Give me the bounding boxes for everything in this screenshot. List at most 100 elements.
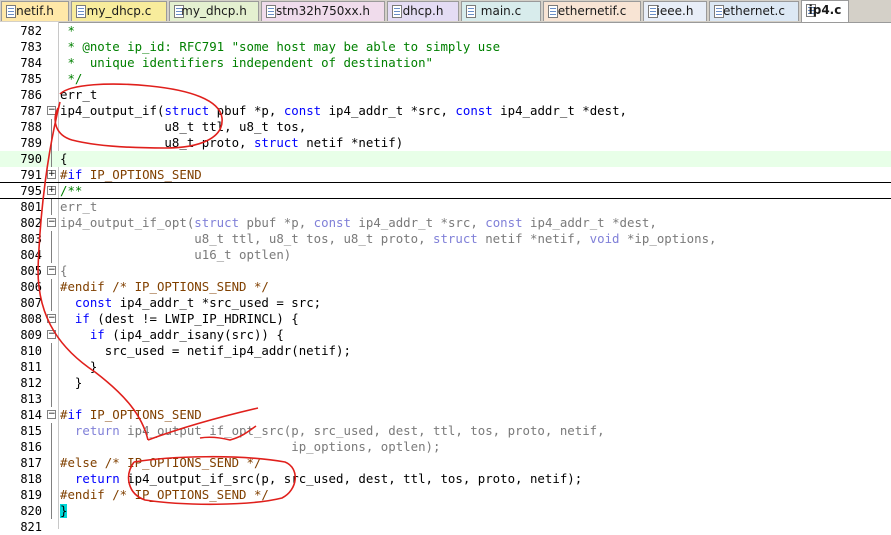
tab-netif-h[interactable]: netif.h <box>1 1 69 21</box>
fold-guide <box>51 295 52 311</box>
code-text: src_used = netif_ip4_addr(netif); <box>60 343 351 358</box>
code-line[interactable]: 782 * <box>0 23 891 39</box>
code-line[interactable]: 812 } <box>0 375 891 391</box>
code-text: } <box>60 375 83 390</box>
line-number: 795 <box>20 184 42 198</box>
fold-collapse-icon[interactable]: − <box>47 266 56 275</box>
code-line[interactable]: 791 + #if IP_OPTIONS_SEND <box>0 167 891 183</box>
code-editor[interactable]: 782 * 783 * @note ip_id: RFC791 "some hos… <box>0 23 891 535</box>
line-number: 791 <box>20 168 42 182</box>
line-number: 816 <box>20 440 42 454</box>
fold-guide <box>51 199 52 215</box>
code-line[interactable]: 818 return ip4_output_if_src(p, src_used… <box>0 471 891 487</box>
tab-ethernetif-c[interactable]: ethernetif.c <box>543 1 641 21</box>
tab-dhcp-h[interactable]: dhcp.h <box>387 1 459 21</box>
code-line[interactable]: 810 src_used = netif_ip4_addr(netif); <box>0 343 891 359</box>
code-line[interactable]: 784 * unique identifiers independent of … <box>0 55 891 71</box>
tab-stm32h750xx-h[interactable]: stm32h750xx.h <box>261 1 385 21</box>
line-number: 809 <box>20 328 42 342</box>
code-line[interactable]: 820} <box>0 503 891 519</box>
code-text: /** <box>60 183 83 198</box>
tab-label: netif.h <box>16 4 54 18</box>
line-number: 782 <box>20 24 42 38</box>
tab-ip4-c[interactable]: ip4.c <box>801 0 849 22</box>
code-text: u8_t proto, struct netif *netif) <box>60 135 404 150</box>
code-line[interactable]: 806 #endif /* IP_OPTIONS_SEND */ <box>0 279 891 295</box>
tab-my-dhcp-c[interactable]: my_dhcp.c <box>71 1 167 21</box>
fold-guide <box>51 119 52 135</box>
code-line[interactable]: 786 err_t <box>0 87 891 103</box>
code-text: return ip4_output_if_src(p, src_used, de… <box>74 471 583 486</box>
fold-guide <box>51 279 52 295</box>
code-line[interactable]: 814− #if IP_OPTIONS_SEND <box>0 407 891 423</box>
fold-guide <box>51 247 52 263</box>
tab-ieee-h[interactable]: ieee.h <box>643 1 707 21</box>
line-number: 787 <box>20 104 42 118</box>
line-number: 790 <box>20 152 42 166</box>
fold-guide <box>51 391 52 407</box>
code-text: #if IP_OPTIONS_SEND <box>60 407 202 422</box>
line-number: 818 <box>20 472 42 486</box>
fold-guide <box>51 487 52 503</box>
fold-expand-icon[interactable]: + <box>47 186 56 195</box>
line-number: 819 <box>20 488 42 502</box>
code-text: ip4_output_if_opt(struct pbuf *p, const … <box>60 215 657 230</box>
tab-my-dhcp-h[interactable]: my_dhcp.h <box>169 1 259 21</box>
code-line[interactable]: 804 u16_t optlen) <box>0 247 891 263</box>
code-text: ip_options, optlen); <box>60 439 441 454</box>
code-line[interactable]: 801 err_t <box>0 199 891 215</box>
code-line[interactable]: 789 u8_t proto, struct netif *netif) <box>0 135 891 151</box>
fold-collapse-icon[interactable]: − <box>47 410 56 419</box>
code-line[interactable]: 819 #endif /* IP_OPTIONS_SEND */ <box>0 487 891 503</box>
tab-label: my_dhcp.h <box>181 4 247 18</box>
tab-ethernet-c[interactable]: ethernet.c <box>709 1 799 21</box>
fold-guide <box>51 135 52 151</box>
code-text: { <box>60 151 68 166</box>
line-number: 786 <box>20 88 42 102</box>
line-number: 810 <box>20 344 42 358</box>
tab-main-c[interactable]: main.c <box>461 1 541 21</box>
fold-collapse-icon[interactable]: − <box>47 330 56 339</box>
code-line[interactable]: 787− ip4_output_if(struct pbuf *p, const … <box>0 103 891 119</box>
line-number: 812 <box>20 376 42 390</box>
line-number: 817 <box>20 456 42 470</box>
fold-expand-icon[interactable]: + <box>47 170 56 179</box>
code-line[interactable]: 795 + /** <box>0 183 891 199</box>
code-line[interactable]: 807 const ip4_addr_t *src_used = src; <box>0 295 891 311</box>
line-number: 801 <box>20 200 42 214</box>
code-line[interactable]: 785 */ <box>0 71 891 87</box>
code-line[interactable]: 802− ip4_output_if_opt(struct pbuf *p, co… <box>0 215 891 231</box>
tab-label: ethernet.c <box>723 4 785 18</box>
code-line[interactable]: 805−{ <box>0 263 891 279</box>
code-line[interactable]: 815 return ip4_output_if_opt_src(p, src_… <box>0 423 891 439</box>
fold-guide <box>51 343 52 359</box>
tab-label: ieee.h <box>656 4 694 18</box>
code-line[interactable]: 803 u8_t ttl, u8_t tos, u8_t proto, stru… <box>0 231 891 247</box>
code-line[interactable]: 808− if (dest != LWIP_IP_HDRINCL) { <box>0 311 891 327</box>
code-text: #else /* IP_OPTIONS_SEND */ <box>60 455 262 470</box>
code-line[interactable]: 783 * @note ip_id: RFC791 "some host may… <box>0 39 891 55</box>
code-text: { <box>60 263 68 278</box>
line-number: 806 <box>20 280 42 294</box>
code-text: const ip4_addr_t *src_used = src; <box>74 295 322 310</box>
fold-collapse-icon[interactable]: − <box>47 314 56 323</box>
fold-guide <box>51 151 52 167</box>
code-text: if (dest != LWIP_IP_HDRINCL) { <box>74 311 299 326</box>
code-line[interactable]: 816 ip_options, optlen); <box>0 439 891 455</box>
fold-guide <box>51 455 52 471</box>
code-line[interactable]: 788 u8_t ttl, u8_t tos, <box>0 119 891 135</box>
fold-collapse-icon[interactable]: − <box>47 106 56 115</box>
fold-guide <box>51 359 52 375</box>
fold-collapse-icon[interactable]: − <box>47 218 56 227</box>
code-line[interactable]: 813 <box>0 391 891 407</box>
code-text: * @note ip_id: RFC791 "some host may be … <box>60 39 501 54</box>
code-line[interactable]: 809− if (ip4_addr_isany(src)) { <box>0 327 891 343</box>
code-text: return ip4_output_if_opt_src(p, src_used… <box>74 423 605 438</box>
code-line[interactable]: 811 } <box>0 359 891 375</box>
code-line[interactable]: 821 <box>0 519 891 535</box>
code-text: u8_t ttl, u8_t tos, <box>60 119 307 134</box>
code-text: u16_t optlen) <box>60 247 292 262</box>
code-line[interactable]: 790 { <box>0 151 891 167</box>
code-text: */ <box>60 71 83 86</box>
code-line[interactable]: 817 #else /* IP_OPTIONS_SEND */ <box>0 455 891 471</box>
